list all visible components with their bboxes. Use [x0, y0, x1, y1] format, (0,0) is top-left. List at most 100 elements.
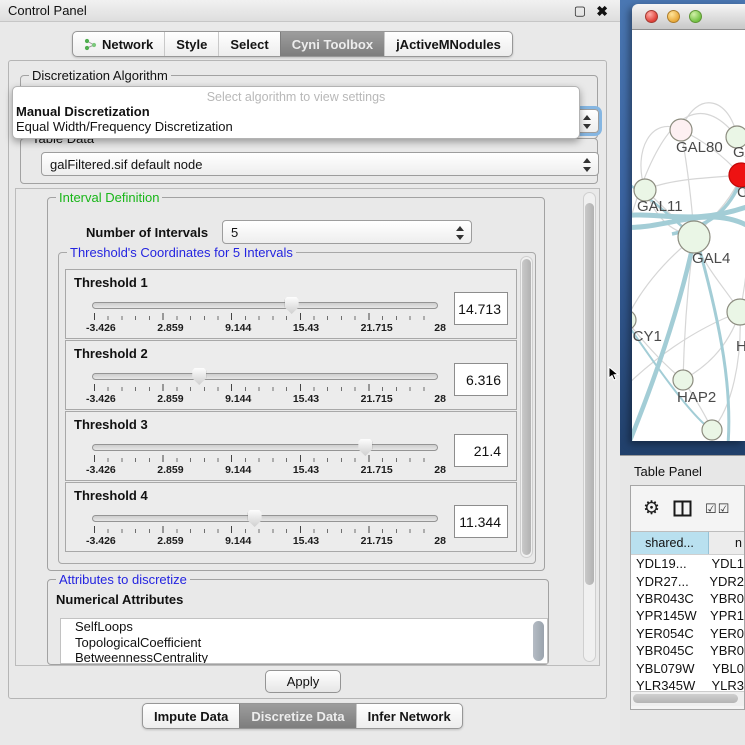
settings-scrollpane: Interval Definition Number of Intervals …	[15, 188, 600, 666]
tab-label: Select	[230, 37, 268, 52]
zoom-traffic-light-icon[interactable]	[689, 10, 702, 23]
minimize-traffic-light-icon[interactable]	[667, 10, 680, 23]
combo-stepper-icon	[582, 114, 591, 130]
threshold-value-field[interactable]: 6.316	[454, 363, 508, 396]
slider-thumb-icon[interactable]	[248, 510, 262, 527]
close-traffic-light-icon[interactable]	[645, 10, 658, 23]
network-graph: GAL80GACGAL11GAL4GCY1HHAP2	[632, 30, 745, 441]
tick-label: 28	[434, 322, 446, 334]
attribute-item-topologicalcoefficient[interactable]: TopologicalCoefficient	[61, 635, 547, 651]
close-icon[interactable]: ✖	[596, 3, 608, 20]
algorithm-options: Manual DiscretizationEqual Width/Frequen…	[13, 104, 579, 134]
threshold-value-field[interactable]: 11.344	[454, 505, 508, 538]
tab-infer-network[interactable]: Infer Network	[356, 704, 462, 728]
network-icon	[84, 38, 97, 51]
network-node-gal4[interactable]	[678, 221, 710, 253]
thresholds-scrollbar-thumb[interactable]	[522, 259, 531, 555]
numerical-attributes-list[interactable]: SelfLoopsTopologicalCoefficientBetweenne…	[60, 618, 548, 664]
network-window-titlebar[interactable]	[632, 4, 745, 30]
slider-scale: -3.4262.8599.14415.4321.71528	[86, 464, 446, 476]
table-row[interactable]: YPR145WYPR1	[631, 607, 744, 624]
tab-discretize-data[interactable]: Discretize Data	[239, 704, 355, 728]
tab-select[interactable]: Select	[218, 32, 279, 56]
number-of-intervals-combobox[interactable]: 5	[222, 220, 472, 244]
split-columns-icon[interactable]	[673, 500, 692, 517]
attributes-group: Attributes to discretize Numerical Attri…	[47, 579, 549, 665]
table-row[interactable]: YBR045CYBR0	[631, 642, 744, 659]
network-node-gcy1[interactable]	[632, 310, 636, 330]
threshold-slider[interactable]: -3.4262.8599.14415.4321.71528	[92, 440, 438, 478]
tab-impute-data[interactable]: Impute Data	[143, 704, 239, 728]
cell-name: YPR1	[702, 608, 744, 623]
control-panel: Control Panel ▢ ✖ Network Style Select Cyni…	[0, 0, 620, 745]
attribute-item-betweennesscentrality[interactable]: BetweennessCentrality	[61, 650, 547, 664]
tick-label: 2.859	[157, 393, 183, 405]
threshold-row-threshold-3: Threshold 3-3.4262.8599.14415.4321.71528…	[65, 411, 517, 481]
table-row[interactable]: YER054CYER0	[631, 625, 744, 642]
slider-track[interactable]	[92, 302, 438, 309]
float-window-icon[interactable]: ▢	[574, 3, 586, 19]
tab-network[interactable]: Network	[73, 32, 164, 56]
column-header-name[interactable]: n	[709, 532, 744, 554]
control-panel-titlebar: Control Panel ▢ ✖	[0, 0, 620, 22]
table-data-combobox[interactable]: galFiltered.sif default node	[41, 152, 599, 176]
outer-scrollbar-thumb[interactable]	[585, 203, 594, 585]
algorithm-option-manual-discretization[interactable]: Manual Discretization	[13, 104, 579, 119]
network-node[interactable]	[702, 420, 722, 440]
table-row[interactable]: YLR345WYLR3	[631, 677, 744, 691]
tab-label: Network	[102, 37, 153, 52]
gear-icon[interactable]: ⚙	[643, 499, 660, 518]
interval-definition-title: Interval Definition	[56, 190, 162, 205]
table-horizontal-scrollbar[interactable]	[631, 691, 744, 706]
algorithm-placeholder: Select algorithm to view settings	[13, 87, 579, 104]
attribute-item-selfloops[interactable]: SelfLoops	[61, 619, 547, 635]
tab-cyni-toolbox[interactable]: Cyni Toolbox	[280, 32, 384, 56]
node-label-ga: GA	[733, 144, 745, 161]
select-columns-icon[interactable]: ☑☑	[705, 501, 730, 517]
tab-style[interactable]: Style	[164, 32, 218, 56]
network-canvas[interactable]: GAL80GACGAL11GAL4GCY1HHAP2	[632, 30, 745, 441]
tick-label: 21.715	[361, 535, 393, 547]
slider-track[interactable]	[92, 373, 438, 380]
network-node-h[interactable]	[727, 299, 745, 325]
cell-shared-name: YLR345W	[631, 678, 703, 691]
apply-button[interactable]: Apply	[265, 670, 341, 693]
network-node-gal80[interactable]	[670, 119, 692, 141]
table-hscrollbar-thumb[interactable]	[633, 694, 738, 703]
table-panel: Table Panel ⚙ ☑☑ shared... n YDL19...YDL…	[620, 455, 745, 745]
table-row[interactable]: YDL19...YDL1	[631, 555, 744, 572]
slider-track[interactable]	[92, 515, 438, 522]
table-row[interactable]: YBR043CYBR0	[631, 590, 744, 607]
column-header-shared-name[interactable]: shared...	[631, 532, 709, 554]
threshold-rows: Threshold 1 -3.4262.8599.14415.4321.71528…	[65, 269, 517, 553]
slider-ticks	[94, 455, 436, 462]
network-node-hap2[interactable]	[673, 370, 693, 390]
slider-scale: -3.4262.8599.14415.4321.71528	[86, 322, 446, 334]
tab-jactivemnodules[interactable]: jActiveMNodules	[384, 32, 512, 56]
tick-label: 15.43	[293, 464, 319, 476]
combo-stepper-icon	[455, 225, 464, 241]
tick-label: 9.144	[225, 535, 251, 547]
node-label-gal4: GAL4	[692, 250, 730, 267]
attributes-scrollbar-thumb[interactable]	[533, 621, 544, 661]
slider-track[interactable]	[92, 444, 438, 451]
tick-label: 21.715	[361, 393, 393, 405]
discretization-algorithm-title: Discretization Algorithm	[29, 68, 171, 83]
cell-name: YBL0	[704, 661, 744, 676]
slider-thumb-icon[interactable]	[192, 368, 206, 385]
slider-thumb-icon[interactable]	[285, 297, 299, 314]
threshold-value-field[interactable]: 21.4	[454, 434, 508, 467]
algorithm-option-equal-width-frequency-discretization[interactable]: Equal Width/Frequency Discretization	[13, 119, 579, 134]
table-row[interactable]: YBL079WYBL0	[631, 659, 744, 676]
slider-thumb-icon[interactable]	[358, 439, 372, 456]
threshold-slider[interactable]: -3.4262.8599.14415.4321.71528	[92, 369, 438, 407]
thresholds-scrollbar[interactable]	[520, 256, 533, 558]
threshold-slider[interactable]: -3.4262.8599.14415.4321.71528	[92, 511, 438, 549]
table-row[interactable]: YDR27...YDR2	[631, 572, 744, 589]
cell-shared-name: YBL079W	[631, 661, 704, 676]
threshold-label: Threshold 1	[74, 275, 148, 290]
threshold-slider[interactable]: -3.4262.8599.14415.4321.71528	[92, 298, 438, 336]
outer-scrollbar[interactable]	[583, 192, 596, 662]
table-rows: YDL19...YDL1YDR27...YDR2YBR043CYBR0YPR14…	[631, 554, 744, 691]
threshold-value-field[interactable]: 14.713	[454, 292, 508, 325]
